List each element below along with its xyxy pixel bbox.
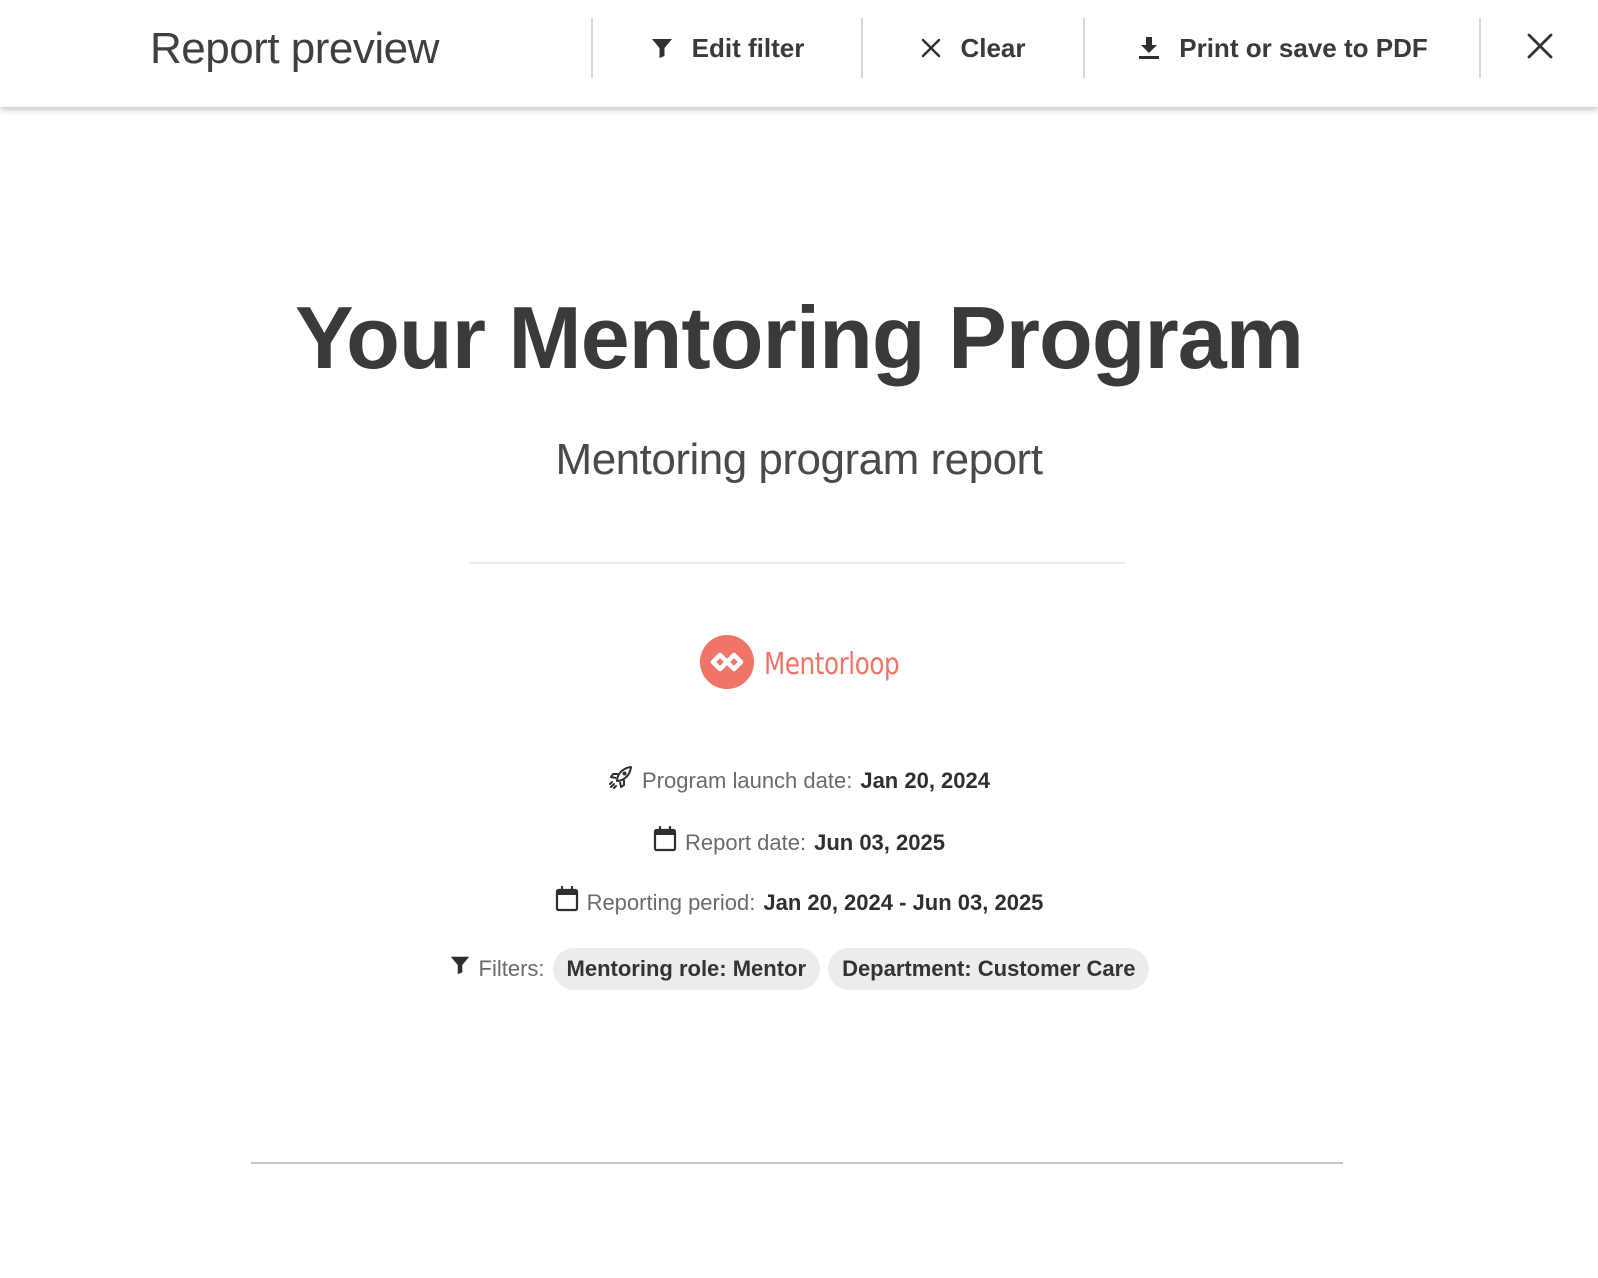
filter-icon	[449, 954, 471, 984]
reporting-period-value: Jan 20, 2024 - Jun 03, 2025	[763, 890, 1044, 915]
report-date-value: Jun 03, 2025	[814, 830, 945, 855]
calendar-icon	[555, 885, 579, 920]
clear-label: Clear	[960, 32, 1026, 63]
download-icon	[1137, 35, 1161, 61]
edit-filter-button[interactable]: Edit filter	[593, 18, 861, 78]
logo-wordmark: Mentorloop	[764, 646, 900, 682]
clear-x-icon	[920, 37, 942, 59]
edit-filter-label: Edit filter	[691, 32, 805, 63]
clear-button[interactable]: Clear	[863, 18, 1083, 78]
toolbar-title: Report preview	[150, 24, 439, 73]
report-subtitle: Mentoring program report	[555, 435, 1043, 484]
page-divider	[251, 1162, 1343, 1164]
report-title: Your Mentoring Program	[295, 288, 1304, 387]
report-date-row: Report date: Jun 03, 2025	[0, 825, 1598, 860]
filter-chip-department: Department: Customer Care	[828, 948, 1150, 990]
rocket-icon	[608, 764, 634, 798]
calendar-icon	[653, 825, 677, 860]
reporting-period-label: Reporting period:	[586, 890, 756, 915]
close-button[interactable]	[1482, 18, 1598, 78]
report-preview-toolbar: Report preview Edit filter Clear Print o…	[0, 0, 1598, 107]
filter-icon	[650, 36, 674, 60]
program-launch-date-row: Program launch date: Jan 20, 2024	[0, 764, 1598, 798]
report-date-label: Report date:	[685, 830, 807, 855]
mentorloop-logo: Mentorloop	[700, 634, 929, 694]
close-icon	[1526, 32, 1554, 65]
print-save-pdf-button[interactable]: Print or save to PDF	[1085, 18, 1480, 78]
cover-divider	[469, 562, 1125, 564]
print-label: Print or save to PDF	[1179, 32, 1428, 63]
reporting-period-row: Reporting period: Jan 20, 2024 - Jun 03,…	[0, 885, 1598, 920]
mentorloop-logo-mark-icon	[700, 634, 754, 694]
program-launch-date-label: Program launch date:	[641, 768, 853, 793]
toolbar-divider	[1479, 18, 1481, 78]
filters-row: Filters: Mentoring role: Mentor Departme…	[0, 948, 1598, 990]
filter-chip-mentoring-role: Mentoring role: Mentor	[552, 948, 821, 990]
program-launch-date-value: Jan 20, 2024	[860, 768, 990, 793]
filters-label: Filters:	[478, 956, 545, 981]
